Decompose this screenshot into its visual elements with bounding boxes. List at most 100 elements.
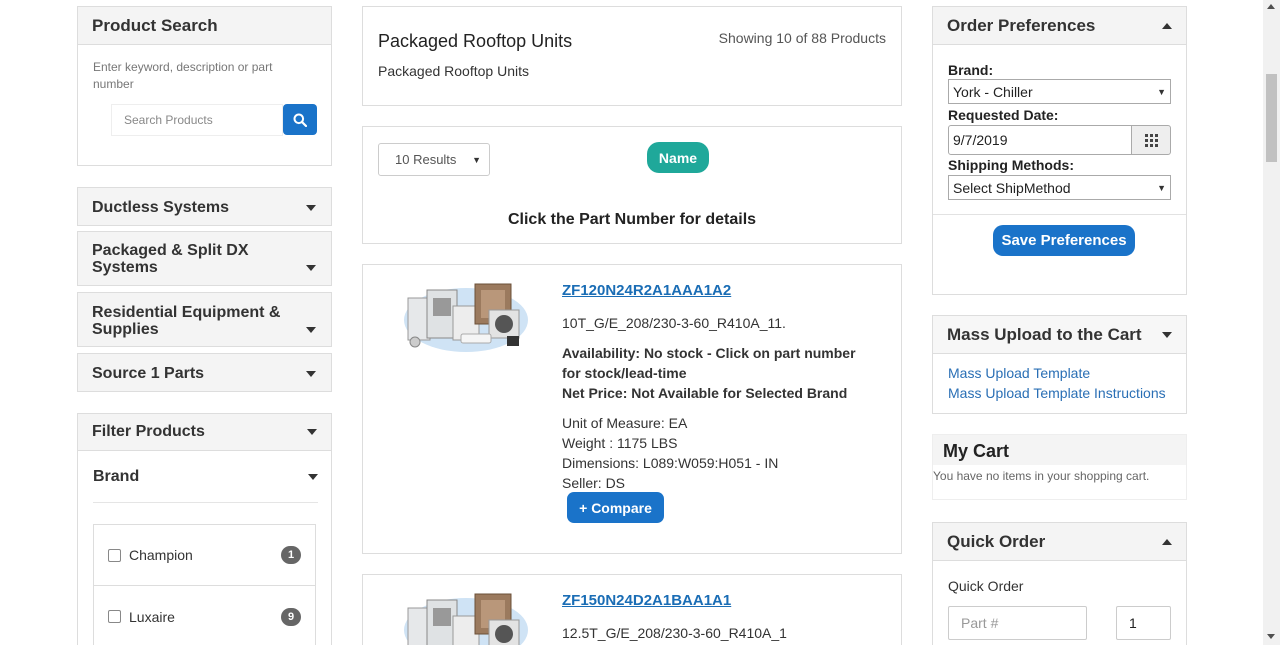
unit-of-measure: Unit of Measure: EA [562, 415, 688, 431]
product-search-panel: Product Search Enter keyword, descriptio… [77, 6, 332, 166]
shipping-method-select[interactable]: Select ShipMethod ▼ [948, 175, 1171, 200]
brand-filter-header[interactable]: Brand [93, 451, 318, 503]
my-cart-panel: My Cart You have no items in your shoppi… [932, 434, 1187, 500]
my-cart-header: My Cart [933, 435, 1186, 465]
my-cart-title: My Cart [943, 441, 1010, 461]
brand-select[interactable]: York - Chiller ▼ [948, 79, 1171, 104]
mass-upload-template-link[interactable]: Mass Upload Template [948, 365, 1090, 381]
category-packaged-split-dx[interactable]: Packaged & Split DX Systems [77, 231, 332, 286]
product-card: ZF150N24D2A1BAA1A1 12.5T_G/E_208/230-3-6… [362, 574, 902, 645]
search-button[interactable] [283, 104, 317, 135]
compare-button[interactable]: + Compare [567, 492, 664, 523]
part-number-placeholder: Part # [961, 615, 999, 631]
brand-option-luxaire[interactable]: Luxaire 9 [93, 585, 316, 645]
scroll-up-arrow-icon[interactable] [1267, 4, 1275, 9]
brand-filter-title: Brand [93, 467, 140, 485]
part-number-instruction: Click the Part Number for details [507, 211, 757, 228]
part-number-link[interactable]: ZF120N24R2A1AAA1A2 [562, 282, 731, 299]
chevron-down-icon [306, 265, 316, 271]
product-search-title: Product Search [92, 15, 218, 35]
mass-upload-title: Mass Upload to the Cart [947, 324, 1142, 344]
prefs-divider [933, 214, 1186, 215]
category-title: Packaged Rooftop Units [378, 31, 573, 51]
mass-upload-panel: Mass Upload to the Cart Mass Upload Temp… [932, 315, 1187, 414]
sort-by-name-pill[interactable]: Name [647, 142, 709, 173]
dropdown-arrow-icon: ▼ [1157, 182, 1166, 193]
requested-date-input[interactable]: 9/7/2019 [948, 125, 1132, 155]
mass-upload-instructions-link[interactable]: Mass Upload Template Instructions [948, 385, 1166, 401]
brand-checkbox[interactable] [108, 610, 121, 623]
order-preferences-header[interactable]: Order Preferences [933, 7, 1186, 45]
quick-order-label: Quick Order [948, 578, 1024, 594]
chevron-down-icon [306, 371, 316, 377]
chevron-down-icon [306, 327, 316, 333]
scrollbar-thumb[interactable] [1266, 74, 1277, 162]
filter-products-header[interactable]: Filter Products [78, 414, 331, 451]
sort-bar-panel: 10 Results ▼ Name Click the Part Number … [362, 126, 902, 244]
search-placeholder: Search Products [124, 113, 213, 127]
brand-checkbox[interactable] [108, 548, 121, 562]
product-card: ZF120N24R2A1AAA1A2 10T_G/E_208/230-3-60_… [362, 264, 902, 554]
chevron-up-icon [1162, 22, 1172, 29]
weight: Weight : 1175 LBS [562, 435, 678, 451]
part-number-input[interactable]: Part # [948, 606, 1087, 640]
product-image [404, 593, 528, 645]
quick-order-title: Quick Order [947, 531, 1046, 551]
requested-date-label: Requested Date: [948, 107, 1059, 123]
product-search-header: Product Search [78, 7, 331, 45]
category-residential-equipment[interactable]: Residential Equipment & Supplies [77, 292, 332, 347]
chevron-down-icon [1162, 331, 1172, 338]
part-number-link[interactable]: ZF150N24D2A1BAA1A1 [562, 592, 731, 609]
scroll-down-arrow-icon[interactable] [1267, 634, 1275, 639]
results-per-page-value: 10 Results [395, 152, 457, 167]
seller: Seller: DS [562, 475, 626, 491]
shipping-method-value: Select ShipMethod [953, 179, 1071, 196]
save-preferences-button[interactable]: Save Preferences [993, 225, 1135, 256]
order-preferences-panel: Order Preferences Brand: York - Chiller … [932, 6, 1187, 295]
cart-empty-text: You have no items in your shopping cart. [933, 469, 1150, 483]
category-ductless-systems[interactable]: Ductless Systems [77, 187, 332, 226]
quick-order-header[interactable]: Quick Order [933, 523, 1186, 561]
category-label: Ductless Systems [92, 199, 229, 216]
quantity-value: 1 [1129, 615, 1137, 631]
order-preferences-title: Order Preferences [947, 15, 1096, 35]
chevron-up-icon [1162, 538, 1172, 545]
brand-label: Luxaire [129, 608, 175, 625]
brand-count-badge: 1 [281, 546, 301, 564]
shipping-methods-label: Shipping Methods: [948, 157, 1074, 173]
category-label: Packaged & Split DX Systems [92, 242, 249, 276]
category-label: Residential Equipment & Supplies [92, 304, 281, 338]
chevron-down-icon [306, 205, 316, 211]
product-description: 10T_G/E_208/230-3-60_R410A_11. [562, 315, 786, 331]
brand-label: Brand: [948, 62, 994, 78]
results-count: Showing 10 of 88 Products [718, 30, 886, 46]
category-header-panel: Packaged Rooftop Units Packaged Rooftop … [362, 6, 902, 106]
chevron-down-icon [308, 473, 318, 480]
net-price-text: Net Price: Not Available for Selected Br… [562, 385, 848, 401]
category-subtitle: Packaged Rooftop Units [378, 63, 529, 79]
brand-select-value: York - Chiller [953, 83, 1033, 100]
brand-label: Champion [129, 547, 193, 563]
product-description: 12.5T_G/E_208/230-3-60_R410A_1 [562, 625, 787, 641]
brand-count-badge: 9 [281, 607, 301, 626]
filter-products-title: Filter Products [92, 423, 205, 440]
brand-option-champion[interactable]: Champion 1 [93, 524, 316, 586]
calendar-grid-icon [1144, 133, 1158, 147]
search-hint: Enter keyword, description or part numbe… [93, 60, 273, 91]
requested-date-value: 9/7/2019 [953, 132, 1008, 148]
search-input[interactable]: Search Products [111, 104, 283, 136]
category-label: Source 1 Parts [92, 365, 205, 382]
mass-upload-header[interactable]: Mass Upload to the Cart [933, 316, 1186, 354]
dropdown-arrow-icon: ▼ [1157, 86, 1166, 97]
results-per-page-select[interactable]: 10 Results ▼ [378, 143, 490, 176]
dimensions: Dimensions: L089:W059:H051 - IN [562, 455, 779, 471]
category-source-1-parts[interactable]: Source 1 Parts [77, 353, 332, 392]
dropdown-arrow-icon: ▼ [472, 154, 481, 165]
quantity-input[interactable]: 1 [1116, 606, 1171, 640]
calendar-button[interactable] [1131, 125, 1171, 155]
quick-order-panel: Quick Order Quick Order Part # 1 [932, 522, 1187, 645]
chevron-down-icon [307, 429, 317, 435]
search-icon [293, 113, 307, 127]
availability-text: Availability: No stock - Click on part n… [562, 345, 856, 381]
product-image [404, 283, 528, 352]
